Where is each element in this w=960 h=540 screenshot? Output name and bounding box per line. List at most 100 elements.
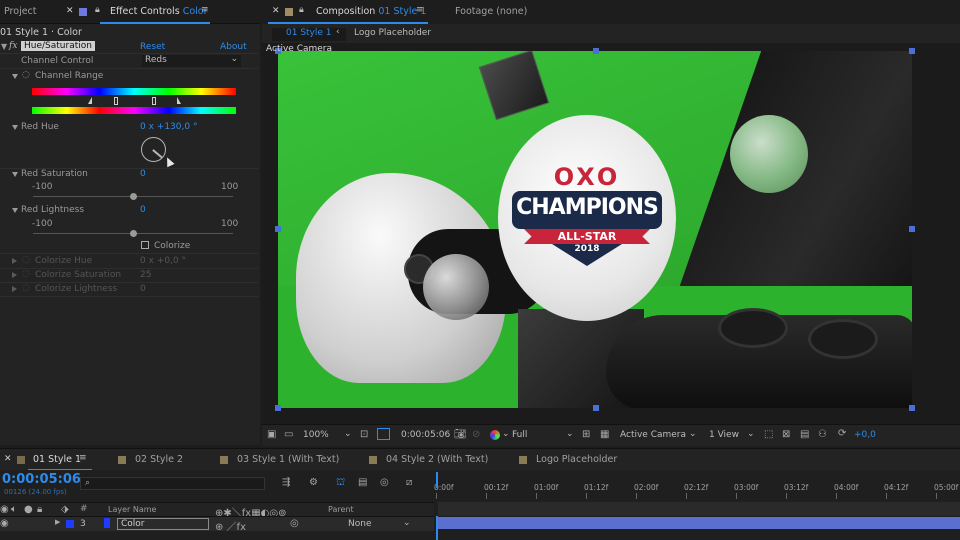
camera-dropdown[interactable]: Active Camera [620, 430, 686, 440]
stopwatch-icon[interactable]: ◌ [22, 283, 30, 293]
fit-icon[interactable]: ⊡ [360, 429, 368, 440]
expand-triangle-icon[interactable]: ▶ [55, 518, 60, 526]
lock-icon[interactable]: 🔒︎ [299, 5, 304, 15]
expand-triangle-icon[interactable]: ▼ [1, 42, 7, 51]
tab-effect-controls[interactable]: Effect Controls Color [110, 6, 208, 17]
timeline-tab-01-style-1[interactable]: 01 Style 1 [33, 454, 81, 465]
transform-handle[interactable] [909, 405, 915, 411]
comp-nav-current[interactable]: 01 Style 1 [272, 28, 346, 41]
timeline-layer-row[interactable]: ◉ ▶ 3 Color ⊕ ／fx ◎ None ⌄ [0, 516, 434, 533]
lock-icon[interactable]: 🔒︎ [95, 5, 100, 15]
video-toggle-icon[interactable]: ◉ [0, 504, 9, 515]
range-left-bar-handle[interactable] [114, 97, 118, 105]
panel-menu-icon[interactable]: ≡ [79, 453, 87, 463]
collapsed-triangle-icon[interactable] [12, 286, 17, 292]
reset-link[interactable]: Reset [140, 42, 165, 52]
transform-handle[interactable] [275, 226, 281, 232]
tab-footage[interactable]: Footage (none) [455, 6, 527, 17]
work-area-bar[interactable] [438, 502, 960, 516]
stopwatch-icon[interactable]: ◌ [22, 70, 30, 80]
collapsed-triangle-icon[interactable] [12, 272, 17, 278]
red-hue-value[interactable]: 0 x +130,0 ° [140, 122, 197, 132]
range-left-triangle-handle[interactable] [88, 97, 92, 104]
about-link[interactable]: About [220, 42, 247, 52]
layer-duration-bar[interactable] [438, 517, 960, 529]
channel-icon[interactable] [490, 430, 500, 440]
range-right-triangle-handle[interactable] [177, 97, 181, 104]
comp-nav-logo-placeholder[interactable]: Logo Placeholder [354, 28, 431, 38]
collapsed-triangle-icon[interactable] [12, 258, 17, 264]
timeline-tab-logo-placeholder[interactable]: Logo Placeholder [536, 454, 617, 465]
playhead[interactable] [436, 472, 438, 488]
region-icon[interactable]: ⊞ [582, 429, 590, 440]
pickwhip-icon[interactable]: ◎ [290, 518, 299, 529]
layer-label-swatch[interactable] [66, 520, 74, 528]
layer-switches[interactable]: ⊕ ／fx [215, 518, 246, 533]
camera-icon[interactable]: 📷︎ [454, 429, 467, 440]
channel-control-dropdown[interactable]: Reds ⌄ [142, 54, 241, 67]
panel-menu-icon[interactable]: ≡ [416, 5, 424, 15]
solo-icon[interactable]: ● [24, 504, 33, 515]
transparency-grid-icon[interactable]: ▦ [600, 429, 609, 440]
transform-handle[interactable] [275, 405, 281, 411]
stopwatch-icon[interactable]: ◌ [22, 269, 30, 279]
audio-icon[interactable]: 🔈︎ [11, 504, 17, 515]
always-preview-icon[interactable]: ▣ [267, 429, 276, 440]
layer-name-header[interactable]: Layer Name [108, 505, 156, 514]
resolution-dropdown[interactable]: Full [512, 430, 527, 440]
timeline-tab-02-style-2[interactable]: 02 Style 2 [135, 454, 183, 465]
flowchart-icon[interactable]: ⚇ [818, 429, 827, 440]
monitor-icon[interactable]: ▭ [284, 429, 293, 440]
fx-icon[interactable]: fx [9, 41, 17, 51]
red-lightness-slider-knob[interactable] [130, 230, 137, 237]
effect-name[interactable]: Hue/Saturation [21, 41, 95, 51]
layer-name[interactable]: Color [117, 518, 209, 530]
draft-3d-icon[interactable]: ⚙ [309, 477, 318, 488]
show-snapshot-icon[interactable]: ⊘ [472, 429, 480, 440]
timeline-current-time[interactable]: 0:00:05:06 [2, 472, 81, 487]
toggle-pixel-aspect-icon[interactable]: ⬚ [764, 429, 773, 440]
time-ruler[interactable]: 0:00f 00:12f 01:00f 01:12f 02:00f 02:12f 03:00… [434, 474, 960, 500]
transform-handle[interactable] [909, 48, 915, 54]
tab-composition[interactable]: Composition 01 Style 1 [316, 6, 426, 17]
composition-viewer[interactable]: Active Camera OXO CHAMPIONS ALL-STAR 201… [262, 44, 960, 424]
graph-editor-icon[interactable]: ⧄ [406, 477, 412, 488]
view-layout-dropdown[interactable]: 1 View [709, 430, 739, 440]
label-tag-icon[interactable]: ⬗ [61, 504, 69, 515]
zoom-dropdown[interactable]: 100% [303, 430, 329, 440]
expand-triangle-icon[interactable] [12, 125, 18, 130]
transform-handle[interactable] [593, 48, 599, 54]
fast-previews-icon[interactable]: ⊠ [782, 429, 790, 440]
expand-triangle-icon[interactable] [12, 172, 18, 177]
comp-mini-flowchart-icon[interactable]: ⇶ [282, 477, 290, 488]
transform-handle[interactable] [909, 226, 915, 232]
frame-blending-icon[interactable]: ▤ [358, 477, 367, 488]
stopwatch-icon[interactable]: ◌ [22, 255, 30, 265]
shy-layers-icon[interactable]: ⛫ [336, 477, 345, 490]
colorize-checkbox[interactable] [141, 241, 149, 249]
red-saturation-slider-knob[interactable] [130, 193, 137, 200]
parent-dropdown[interactable]: None [348, 519, 371, 529]
exposure-value[interactable]: +0,0 [854, 430, 876, 440]
tab-project[interactable]: Project [4, 6, 37, 17]
transform-handle[interactable] [593, 405, 599, 411]
timeline-icon[interactable]: ▤ [800, 429, 809, 440]
expand-triangle-icon[interactable] [12, 74, 18, 79]
lock-icon[interactable]: 🔒︎ [37, 504, 42, 515]
close-icon[interactable]: ✕ [272, 6, 280, 16]
timeline-search-input[interactable]: ⌕ [80, 477, 265, 490]
panel-menu-icon[interactable]: ≡ [201, 5, 209, 15]
close-icon[interactable]: ✕ [4, 454, 12, 464]
reset-exposure-icon[interactable]: ⟳ [838, 428, 846, 439]
red-saturation-value[interactable]: 0 [140, 169, 146, 179]
video-toggle-icon[interactable]: ◉ [0, 518, 9, 529]
current-time-display[interactable]: 0:00:05:06 [401, 430, 450, 440]
timeline-tab-03[interactable]: 03 Style 1 (With Text) [237, 454, 339, 465]
region-of-interest-icon[interactable] [377, 428, 390, 440]
close-icon[interactable]: ✕ [66, 6, 74, 16]
range-right-bar-handle[interactable] [152, 97, 156, 105]
motion-blur-icon[interactable]: ◎ [380, 477, 389, 488]
expand-triangle-icon[interactable] [12, 208, 18, 213]
timeline-tab-04[interactable]: 04 Style 2 (With Text) [386, 454, 488, 465]
red-lightness-value[interactable]: 0 [140, 205, 146, 215]
